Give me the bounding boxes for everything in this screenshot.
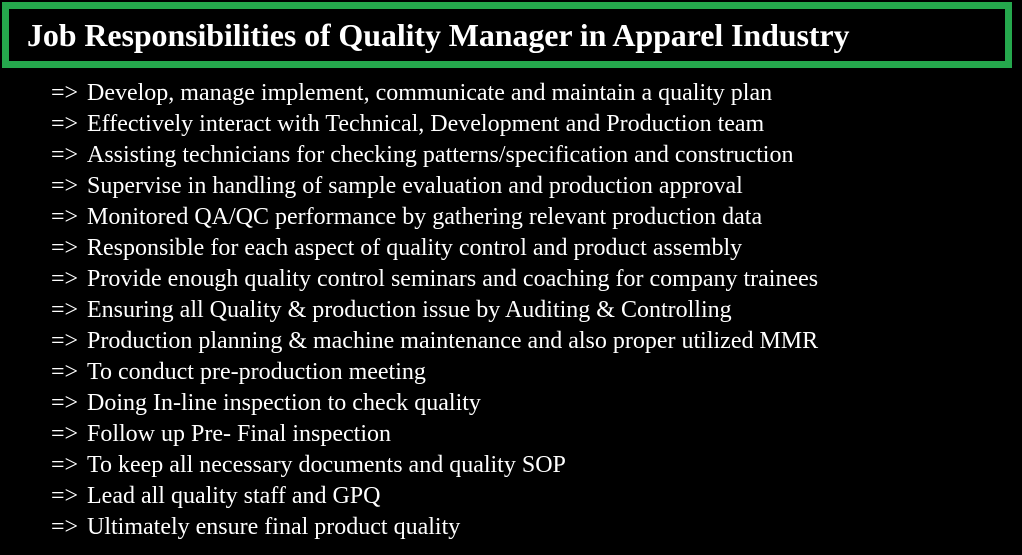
list-item-label: Follow up Pre- Final inspection (87, 421, 391, 447)
list-item-label: Monitored QA/QC performance by gathering… (87, 204, 763, 230)
arrow-bullet-icon: => (51, 204, 79, 230)
arrow-bullet-icon: => (51, 235, 79, 261)
arrow-bullet-icon: => (51, 514, 79, 540)
arrow-bullet-icon: => (51, 328, 79, 354)
title-banner: Job Responsibilities of Quality Manager … (2, 2, 1012, 68)
list-item-label: To keep all necessary documents and qual… (87, 452, 566, 478)
list-item: => Follow up Pre- Final inspection (0, 419, 1022, 450)
arrow-bullet-icon: => (51, 111, 79, 137)
arrow-bullet-icon: => (51, 421, 79, 447)
arrow-bullet-icon: => (51, 80, 79, 106)
list-item: => Ensuring all Quality & production issu… (0, 295, 1022, 326)
list-item-label: Doing In-line inspection to check qualit… (87, 390, 481, 416)
list-item: => To keep all necessary documents and qu… (0, 450, 1022, 481)
list-item-label: Assisting technicians for checking patte… (87, 142, 794, 168)
page-title: Job Responsibilities of Quality Manager … (27, 17, 850, 53)
list-item: => Doing In-line inspection to check qual… (0, 388, 1022, 419)
list-item: => Lead all quality staff and GPQ (0, 481, 1022, 512)
list-item: => Provide enough quality control seminar… (0, 264, 1022, 295)
list-item-label: To conduct pre-production meeting (87, 359, 426, 385)
arrow-bullet-icon: => (51, 297, 79, 323)
list-item: => Effectively interact with Technical, D… (0, 109, 1022, 140)
list-item: => Monitored QA/QC performance by gatheri… (0, 202, 1022, 233)
list-item-label: Ultimately ensure final product quality (87, 514, 461, 540)
arrow-bullet-icon: => (51, 266, 79, 292)
arrow-bullet-icon: => (51, 483, 79, 509)
list-item-label: Lead all quality staff and GPQ (87, 483, 381, 509)
list-item-label: Responsible for each aspect of quality c… (87, 235, 743, 261)
arrow-bullet-icon: => (51, 173, 79, 199)
arrow-bullet-icon: => (51, 452, 79, 478)
list-item: => To conduct pre-production meeting (0, 357, 1022, 388)
list-item: => Responsible for each aspect of quality… (0, 233, 1022, 264)
slide-canvas: Job Responsibilities of Quality Manager … (0, 0, 1022, 555)
list-item-label: Supervise in handling of sample evaluati… (87, 173, 743, 199)
responsibilities-list: => Develop, manage implement, communicate… (0, 78, 1022, 543)
arrow-bullet-icon: => (51, 359, 79, 385)
list-item-label: Develop, manage implement, communicate a… (87, 80, 773, 106)
list-item: => Production planning & machine maintena… (0, 326, 1022, 357)
list-item-label: Ensuring all Quality & production issue … (87, 297, 732, 323)
list-item-label: Production planning & machine maintenanc… (87, 328, 819, 354)
list-item-label: Effectively interact with Technical, Dev… (87, 111, 765, 137)
list-item: => Supervise in handling of sample evalua… (0, 171, 1022, 202)
list-item-label: Provide enough quality control seminars … (87, 266, 819, 292)
list-item: => Assisting technicians for checking pat… (0, 140, 1022, 171)
arrow-bullet-icon: => (51, 390, 79, 416)
list-item: => Ultimately ensure final product qualit… (0, 512, 1022, 543)
arrow-bullet-icon: => (51, 142, 79, 168)
list-item: => Develop, manage implement, communicate… (0, 78, 1022, 109)
